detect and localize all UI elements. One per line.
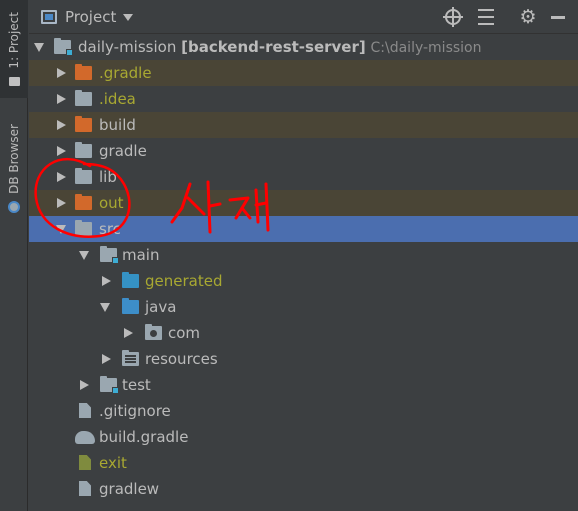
folder-icon [75,220,92,236]
file-icon [79,403,91,418]
collapsed-arrow-icon[interactable] [57,146,66,156]
file-icon [79,481,91,496]
folder-label: generated [145,272,223,290]
collapsed-arrow-icon[interactable] [124,328,133,338]
tree-row-src[interactable]: src [29,216,578,242]
folder-label: out [99,194,124,212]
db-browser-tab-label: DB Browser [7,124,21,194]
tree-row-java[interactable]: java [29,294,578,320]
excluded-folder-icon [75,116,92,132]
tree-row-dot-gradle[interactable]: .gradle [29,60,578,86]
expand-arrow-icon[interactable] [56,225,66,234]
expand-arrow-icon[interactable] [79,251,89,260]
excluded-folder-icon [75,194,92,210]
tree-row-root[interactable]: daily-mission [backend-rest-server] C:\d… [29,34,578,60]
tree-row-main[interactable]: main [29,242,578,268]
file-label: build.gradle [99,428,189,446]
project-tab-label: 1: Project [7,12,21,69]
project-tree: daily-mission [backend-rest-server] C:\d… [29,34,578,502]
folder-label: lib [99,168,117,186]
collapsed-arrow-icon[interactable] [102,354,111,364]
tree-row-resources[interactable]: resources [29,346,578,372]
collapsed-arrow-icon[interactable] [57,120,66,130]
folder-icon [75,142,92,158]
db-browser-tool-tab[interactable]: DB Browser [0,118,28,218]
database-icon [8,200,20,213]
folder-label: build [99,116,136,134]
tree-row-test[interactable]: test [29,372,578,398]
project-view-icon [41,10,57,24]
collapsed-arrow-icon[interactable] [80,380,89,390]
tree-row-gradle[interactable]: gradle [29,138,578,164]
project-path: C:\daily-mission [370,40,482,56]
excluded-folder-icon [75,64,92,80]
collapsed-arrow-icon[interactable] [57,68,66,78]
folder-label: java [145,298,177,316]
tree-row-gradlew[interactable]: gradlew [29,476,578,502]
collapsed-arrow-icon[interactable] [57,94,66,104]
view-selector-title[interactable]: Project [65,8,116,26]
file-label: .gitignore [99,402,171,420]
tree-row-lib[interactable]: lib [29,164,578,190]
expand-arrow-icon[interactable] [34,43,44,52]
tree-row-out[interactable]: out [29,190,578,216]
collapsed-arrow-icon[interactable] [102,276,111,286]
package-label: com [168,324,201,342]
tree-row-exit[interactable]: exit [29,450,578,476]
tool-window-stripe: 1: Project DB Browser [0,0,28,511]
file-label: gradlew [99,480,160,498]
folder-label: resources [145,350,218,368]
source-set-folder-icon [100,376,119,394]
locate-file-icon[interactable] [443,7,463,27]
tree-row-build[interactable]: build [29,112,578,138]
generated-sources-folder-icon [122,272,139,288]
module-folder-icon [54,38,73,56]
source-set-folder-icon [100,246,119,264]
file-label: exit [99,454,127,472]
folder-label: main [122,246,160,264]
gradle-elephant-icon [75,431,95,444]
source-root-folder-icon [122,298,139,314]
folder-label: .idea [99,90,136,108]
tree-row-dot-idea[interactable]: .idea [29,86,578,112]
tree-row-build-gradle[interactable]: build.gradle [29,424,578,450]
folder-label: test [122,376,151,394]
gear-icon[interactable]: ⚙ [518,7,538,27]
folder-icon [8,76,20,86]
folder-icon [75,90,92,106]
chevron-down-icon[interactable] [123,14,133,21]
project-view-header: Project ⚙ [29,0,578,34]
folder-label: .gradle [99,64,152,82]
hide-window-icon[interactable] [548,7,568,27]
root-project-name: daily-mission [78,38,177,56]
tree-row-gitignore[interactable]: .gitignore [29,398,578,424]
expand-arrow-icon[interactable] [100,303,110,312]
folder-label: gradle [99,142,147,160]
tree-row-com[interactable]: com [29,320,578,346]
file-icon [79,455,91,470]
collapse-all-icon[interactable] [476,7,496,27]
folder-icon [75,168,92,184]
tree-row-generated[interactable]: generated [29,268,578,294]
collapsed-arrow-icon[interactable] [57,172,66,182]
folder-label: src [99,220,121,238]
module-name: [backend-rest-server] [181,38,366,56]
collapsed-arrow-icon[interactable] [57,198,66,208]
project-tool-tab[interactable]: 1: Project [0,0,28,98]
resources-folder-icon [122,350,139,366]
package-icon [145,324,162,340]
